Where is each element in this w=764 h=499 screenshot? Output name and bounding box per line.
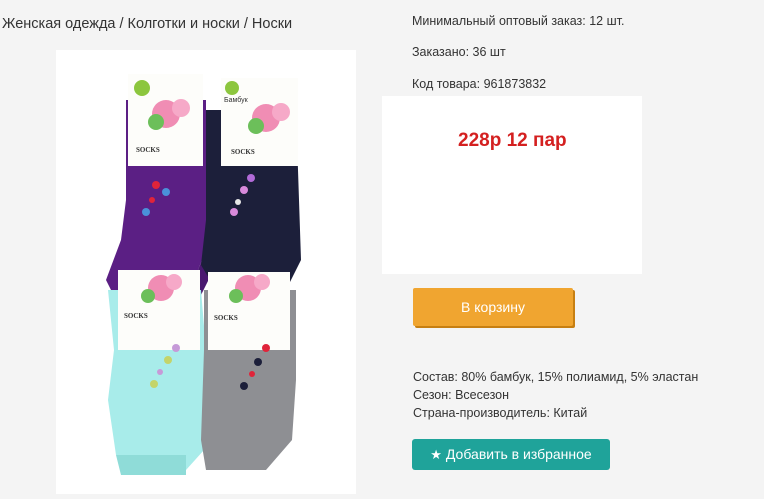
package-tag-purple: SOCKS (128, 74, 203, 166)
price-box (382, 96, 642, 274)
breadcrumb: Женская одежда / Колготки и носки / Носки (2, 16, 292, 32)
product-code: Код товара: 961873832 (412, 77, 547, 91)
package-brand: Бамбук (224, 96, 249, 104)
price: 228р 12 пар (458, 130, 567, 151)
breadcrumb-womens-clothing[interactable]: Женская одежда (2, 16, 115, 32)
add-to-favorites-button[interactable]: ★ Добавить в избранное (412, 439, 610, 470)
breadcrumb-separator: / (119, 16, 124, 32)
breadcrumb-separator: / (243, 16, 248, 32)
product-image[interactable]: SOCKS Бамбук SOCKS SOCKS SOCKS (56, 50, 356, 494)
composition: Состав: 80% бамбук, 15% полиамид, 5% эла… (413, 370, 699, 384)
package-tag-mint: SOCKS (118, 270, 200, 350)
add-to-cart-button[interactable]: В корзину (413, 288, 573, 326)
ordered-count: Заказано: 36 шт (412, 45, 506, 59)
season: Сезон: Всесезон (413, 388, 510, 402)
min-order: Минимальный оптовый заказ: 12 шт. (412, 14, 625, 28)
package-label: SOCKS (231, 148, 255, 156)
breadcrumb-tights-socks[interactable]: Колготки и носки (128, 16, 240, 32)
package-label: SOCKS (214, 314, 238, 322)
socks-photo: SOCKS Бамбук SOCKS SOCKS SOCKS (106, 74, 301, 475)
add-to-favorites-label: Добавить в избранное (445, 446, 592, 462)
package-label: SOCKS (136, 146, 160, 154)
package-tag-navy: Бамбук SOCKS (221, 78, 298, 166)
star-icon: ★ (430, 447, 442, 462)
package-label: SOCKS (124, 312, 148, 320)
package-tag-gray: SOCKS (208, 272, 290, 350)
country: Страна-производитель: Китай (413, 406, 588, 420)
breadcrumb-socks[interactable]: Носки (252, 16, 292, 32)
